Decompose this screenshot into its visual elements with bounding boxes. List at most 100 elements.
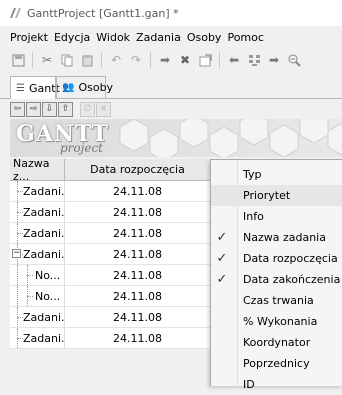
menu-osoby[interactable]: Osoby bbox=[184, 31, 225, 44]
table-row[interactable]: Zadani...24.11.08 bbox=[10, 223, 210, 244]
menu-item-czas-trwania[interactable]: Czas trwania bbox=[211, 290, 342, 311]
table-row[interactable]: No... 24.11.08 bbox=[10, 286, 210, 307]
indent-icon[interactable]: ➡ bbox=[157, 52, 173, 68]
menu-item-label: Nazwa zadania bbox=[243, 231, 326, 244]
checkmark-icon: ✓ bbox=[216, 230, 228, 245]
menu-zadania[interactable]: Zadania bbox=[133, 31, 184, 44]
task-name-text: Zadani... bbox=[23, 184, 65, 198]
toolbar-separator bbox=[219, 52, 220, 68]
link-icon[interactable] bbox=[246, 52, 262, 68]
start-date-cell[interactable]: 24.11.08 bbox=[65, 202, 210, 222]
menu-item-label: Czas trwania bbox=[243, 294, 314, 307]
checkmark-icon: ✓ bbox=[216, 251, 228, 266]
start-date-cell[interactable]: 24.11.08 bbox=[65, 244, 210, 264]
menu-item-typ[interactable]: Typ bbox=[211, 164, 342, 185]
tab-osoby[interactable]: 👥 Osoby bbox=[56, 76, 113, 98]
people-icon: 👥 bbox=[62, 82, 75, 93]
undo-icon[interactable]: ↶ bbox=[108, 52, 124, 68]
link-tasks-icon[interactable]: ∅ bbox=[80, 101, 95, 117]
menu-item-priorytet[interactable]: Priorytet bbox=[211, 185, 342, 206]
menu-widok[interactable]: Widok bbox=[93, 31, 133, 44]
collapse-icon[interactable]: − bbox=[12, 249, 21, 258]
task-name-cell[interactable]: No... bbox=[10, 265, 65, 285]
menu-item-wykonania[interactable]: % Wykonania bbox=[211, 311, 342, 332]
next-icon[interactable]: ➡ bbox=[266, 52, 282, 68]
redo-icon[interactable]: ↷ bbox=[128, 52, 144, 68]
task-name-cell[interactable]: Zadani... bbox=[10, 328, 65, 348]
properties-icon[interactable] bbox=[197, 52, 213, 68]
menu-bar: Projekt Edycja Widok Zadania Osoby Pomoc bbox=[0, 28, 342, 46]
menu-item-koordynator[interactable]: Koordynator bbox=[211, 332, 342, 353]
task-nav-toolbar: ⇦ ⇨ ⇩ ⇧ ∅ ✕ bbox=[10, 100, 112, 118]
menu-edycja[interactable]: Edycja bbox=[51, 31, 93, 44]
start-date-cell[interactable]: 24.11.08 bbox=[65, 181, 210, 201]
menu-item-data-rozpoczęcia[interactable]: ✓ Data rozpoczęcia bbox=[211, 248, 342, 269]
menu-item-nazwa-zadania[interactable]: ✓ Nazwa zadania bbox=[211, 227, 342, 248]
menu-projekt[interactable]: Projekt bbox=[0, 31, 51, 44]
copy-icon[interactable] bbox=[59, 52, 75, 68]
column-chooser-menu: Typ Priorytet Info ✓ Nazwa zadania ✓ Data rozp… bbox=[210, 159, 342, 391]
tree-connector bbox=[27, 275, 33, 276]
task-name-text: Zadani... bbox=[23, 226, 65, 240]
table-row[interactable]: Zadani...24.11.08 bbox=[10, 202, 210, 223]
task-name-cell[interactable]: Zadani... bbox=[10, 181, 65, 201]
menu-item-label: Data rozpoczęcia bbox=[243, 252, 338, 265]
move-left-icon[interactable]: ⇦ bbox=[10, 101, 25, 117]
delete-icon[interactable]: ✖ bbox=[177, 52, 193, 68]
move-up-icon[interactable]: ⇧ bbox=[58, 101, 73, 117]
column-header-start-date[interactable]: Data rozpoczęcia bbox=[65, 159, 210, 180]
table-row[interactable]: Zadani...24.11.08 bbox=[10, 307, 210, 328]
tree-line bbox=[17, 265, 18, 285]
task-name-cell[interactable]: −Zadani... bbox=[10, 244, 65, 264]
cut-icon[interactable]: ✂ bbox=[39, 52, 55, 68]
window-title: GanttProject [Gantt1.gan] * bbox=[27, 6, 179, 20]
start-date-cell[interactable]: 24.11.08 bbox=[65, 223, 210, 243]
move-right-icon[interactable]: ⇨ bbox=[26, 101, 41, 117]
tab-osoby-label: Osoby bbox=[78, 81, 114, 94]
task-name-text: Zadani... bbox=[23, 247, 65, 261]
task-name-text: No... bbox=[35, 289, 61, 303]
menu-item-label: % Wykonania bbox=[243, 315, 318, 328]
table-row[interactable]: −Zadani...24.11.08 bbox=[10, 244, 210, 265]
outdent-icon[interactable]: ⬅ bbox=[226, 52, 242, 68]
start-date-cell[interactable]: 24.11.08 bbox=[65, 328, 210, 348]
task-table: Nazwa z... Data rozpoczęcia Zadani...24.… bbox=[10, 157, 210, 349]
toolbar-separator bbox=[32, 52, 33, 68]
task-name-cell[interactable]: Zadani... bbox=[10, 307, 65, 327]
toolbar-separator bbox=[150, 52, 151, 68]
start-date-cell[interactable]: 24.11.08 bbox=[65, 307, 210, 327]
toolbar: ✂ ↶ ↷ ➡ ✖ ⬅ ➡ bbox=[0, 48, 342, 72]
logo-project-text: project bbox=[60, 141, 104, 155]
view-tabs: ☰ Gantt 👥 Osoby bbox=[0, 74, 342, 99]
menu-item-label: Koordynator bbox=[243, 336, 311, 349]
tab-gantt[interactable]: ☰ Gantt bbox=[10, 76, 60, 99]
paste-icon[interactable] bbox=[79, 52, 95, 68]
menu-item-label: Info bbox=[243, 210, 264, 223]
zoom-out-icon[interactable] bbox=[286, 52, 302, 68]
task-name-cell[interactable]: Zadani... bbox=[10, 202, 65, 222]
checkmark-icon: ✓ bbox=[216, 272, 228, 287]
menu-item-poprzednicy[interactable]: Poprzednicy bbox=[211, 353, 342, 374]
unlink-tasks-icon[interactable]: ✕ bbox=[96, 101, 111, 117]
ganttproject-app-icon bbox=[7, 5, 23, 21]
table-row[interactable]: No... 24.11.08 bbox=[10, 265, 210, 286]
save-icon[interactable] bbox=[10, 52, 26, 68]
column-header-name[interactable]: Nazwa z... bbox=[10, 157, 65, 183]
tree-line bbox=[17, 286, 18, 306]
task-name-cell[interactable]: No... bbox=[10, 286, 65, 306]
menu-item-label: Typ bbox=[243, 168, 262, 181]
toolbar-separator bbox=[101, 52, 102, 68]
table-row[interactable]: Zadani...24.11.08 bbox=[10, 181, 210, 202]
menu-item-data-zakończenia[interactable]: ✓ Data zakończenia bbox=[211, 269, 342, 290]
start-date-cell[interactable]: 24.11.08 bbox=[65, 265, 210, 285]
task-name-text: Zadani... bbox=[23, 205, 65, 219]
task-name-cell[interactable]: Zadani... bbox=[10, 223, 65, 243]
title-bar: GanttProject [Gantt1.gan] * bbox=[0, 0, 342, 26]
gantt-icon: ☰ bbox=[16, 82, 25, 94]
move-down-icon[interactable]: ⇩ bbox=[42, 101, 57, 117]
start-date-cell[interactable]: 24.11.08 bbox=[65, 286, 210, 306]
menu-pomoc[interactable]: Pomoc bbox=[224, 31, 266, 44]
menu-item-info[interactable]: Info bbox=[211, 206, 342, 227]
table-row[interactable]: Zadani...24.11.08 bbox=[10, 328, 210, 349]
table-header: Nazwa z... Data rozpoczęcia bbox=[10, 157, 210, 183]
